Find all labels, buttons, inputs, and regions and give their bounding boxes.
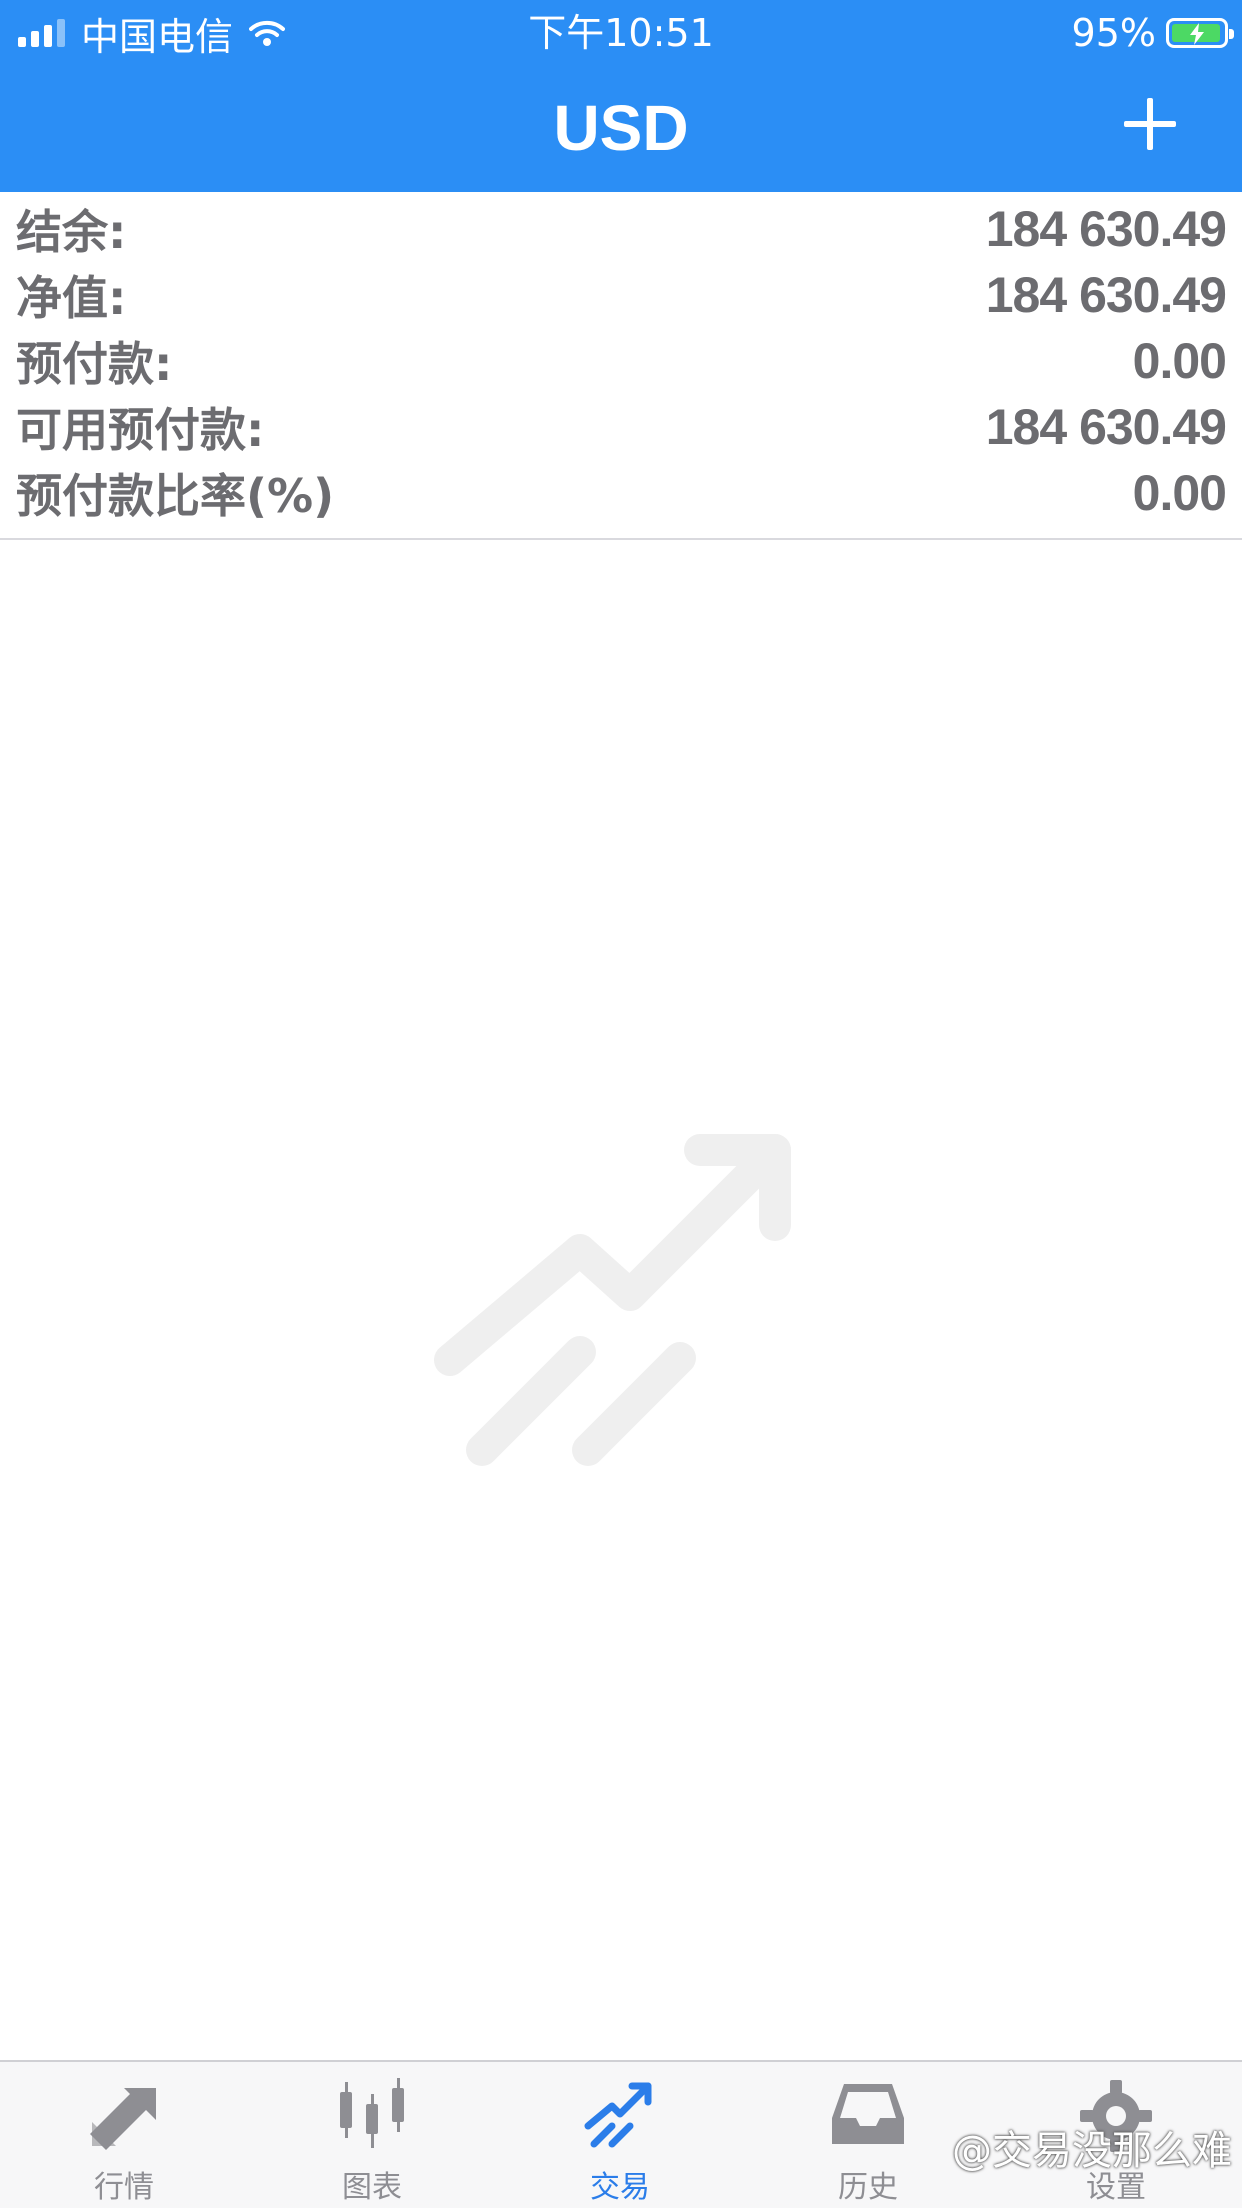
tab-chart[interactable]: 图表 bbox=[248, 2062, 496, 2208]
tab-label: 行情 bbox=[94, 2170, 154, 2205]
row-label: 净值: bbox=[16, 271, 127, 325]
trade-empty-state-icon bbox=[434, 1134, 791, 1466]
top-bar: 中国电信 下午10:51 95% USD bbox=[0, 0, 1242, 192]
account-summary: 结余: 184 630.49 净值: 184 630.49 预付款: 0.00 … bbox=[0, 196, 1242, 540]
row-value: 0.00 bbox=[1132, 465, 1227, 521]
candlestick-chart-icon bbox=[340, 2078, 404, 2148]
account-row: 预付款比率(%) 0.00 bbox=[16, 460, 1227, 526]
tab-quotes[interactable]: 行情 bbox=[0, 2062, 248, 2208]
trade-trend-icon bbox=[584, 2082, 652, 2148]
row-label: 预付款: bbox=[16, 337, 173, 391]
tab-label: 交易 bbox=[590, 2170, 650, 2205]
status-bar: 中国电信 下午10:51 95% bbox=[0, 0, 1242, 64]
account-row: 预付款: 0.00 bbox=[16, 328, 1227, 394]
history-inbox-icon bbox=[832, 2084, 904, 2144]
page-title: USD bbox=[553, 92, 689, 164]
account-row: 可用预付款: 184 630.49 bbox=[16, 394, 1227, 460]
account-row: 净值: 184 630.49 bbox=[16, 262, 1227, 328]
battery-percent: 95% bbox=[1071, 11, 1156, 55]
row-label: 可用预付款: bbox=[16, 403, 265, 457]
row-value: 184 630.49 bbox=[985, 267, 1227, 323]
status-right: 95% bbox=[1071, 8, 1234, 58]
row-label: 预付款比率(%) bbox=[16, 469, 335, 523]
account-row: 结余: 184 630.49 bbox=[16, 196, 1227, 262]
plus-icon[interactable] bbox=[1122, 96, 1178, 152]
row-value: 0.00 bbox=[1132, 333, 1227, 389]
tab-label: 图表 bbox=[342, 2170, 402, 2205]
tab-trade[interactable]: 交易 bbox=[496, 2062, 744, 2208]
watermark-text: @交易没那么难 bbox=[952, 2128, 1232, 2174]
row-value: 184 630.49 bbox=[985, 201, 1227, 257]
battery-icon bbox=[1166, 18, 1234, 48]
row-label: 结余: bbox=[16, 205, 127, 259]
status-time: 下午10:51 bbox=[528, 11, 714, 55]
row-value: 184 630.49 bbox=[985, 399, 1227, 455]
quotes-arrows-icon bbox=[90, 2088, 156, 2150]
